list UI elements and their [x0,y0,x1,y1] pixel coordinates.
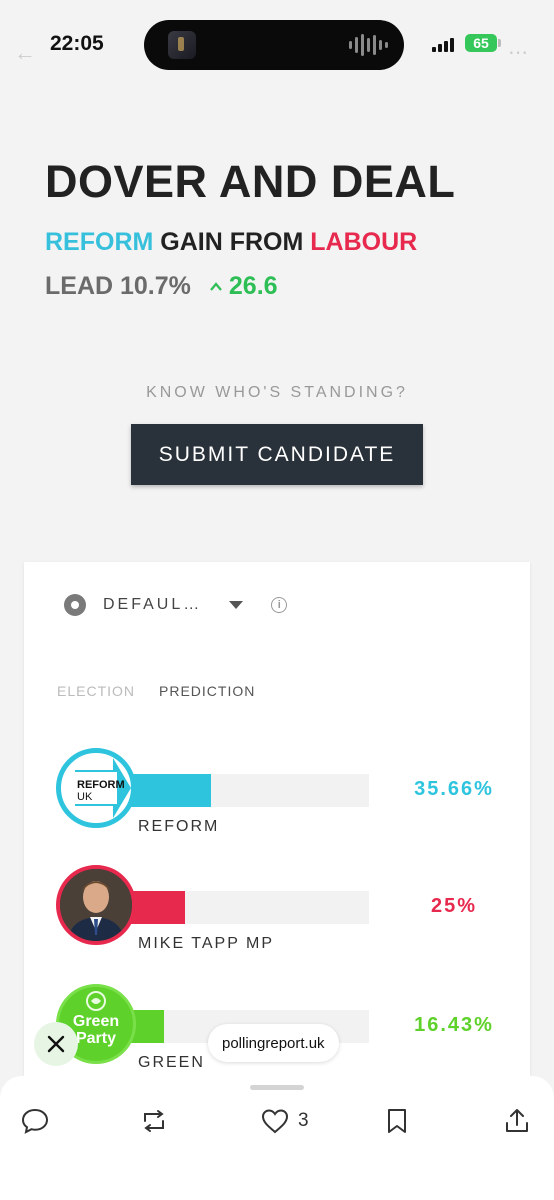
reform-logo-subtext: UK [77,791,93,803]
lead-change: 26.6 [209,272,278,301]
status-bar: ← 22:05 65 ⋯ [0,0,554,90]
share-icon [506,1109,528,1132]
reform-logo: REFORM UK [56,748,136,828]
selector-label: DEFAUL… [103,596,203,613]
bookmark-button[interactable] [382,1106,412,1136]
bookmark-icon [388,1109,406,1133]
battery-tip [498,39,501,47]
candidate-photo [56,865,136,945]
losing-party: LABOUR [310,228,418,256]
gain-text: GAIN FROM [160,228,304,256]
sheet-handle[interactable] [250,1085,304,1090]
battery-level: 65 [473,35,489,51]
lead-line: LEAD 10.7% 26.6 [45,272,278,301]
battery-icon: 65 [465,34,497,52]
model-selector[interactable]: DEFAUL… i [64,594,288,616]
candidate-photo-image [60,869,132,941]
candidate-percent: 16.43% [414,1014,494,1036]
tab-election[interactable]: ELECTION [57,683,135,699]
info-icon[interactable]: i [271,597,288,613]
candidate-name: REFORM [138,818,220,835]
candidate-percent: 35.66% [414,778,494,800]
result-line: REFORM GAIN FROM LABOUR [45,228,417,257]
back-arrow-icon[interactable]: ← [14,40,36,66]
link-preview-pill[interactable]: pollingreport.uk [208,1024,339,1062]
post-actions: 3 [0,1106,554,1146]
audio-waveform-icon [349,33,388,57]
candidate-name: MIKE TAPP MP [138,935,275,952]
candidate-name: GREEN [138,1054,205,1071]
constituency-title: DOVER AND DEAL [45,156,456,207]
heart-icon [261,1109,289,1134]
candidate-row-reform[interactable]: REFORM UK REFORM 35.66% [24,746,530,836]
action-sheet: 3 [0,1076,554,1200]
signal-icon [432,36,454,52]
result-tabs: ELECTION PREDICTION [57,683,255,699]
candidate-percent: 25% [430,895,478,917]
lead-change-value: 26.6 [228,272,278,300]
more-icon[interactable]: ⋯ [508,40,528,65]
clock: 22:05 [50,32,104,55]
winning-party: REFORM [45,228,154,256]
close-button[interactable] [34,1022,78,1066]
now-playing-artwork [168,31,196,59]
reply-icon [21,1108,49,1134]
lead-label: LEAD 10.7% [45,272,191,300]
reply-button[interactable] [20,1106,50,1136]
know-prompt: KNOW WHO'S STANDING? [146,384,408,401]
like-button[interactable]: 3 [260,1106,309,1136]
share-bar [124,774,212,807]
tab-prediction[interactable]: PREDICTION [159,683,255,699]
reform-logo-text: REFORM [77,779,125,791]
submit-candidate-button[interactable]: SUBMIT CANDIDATE [131,424,423,485]
chevron-up-icon [210,281,222,291]
dropdown-caret-icon[interactable] [229,601,244,609]
candidate-row-labour[interactable]: MIKE TAPP MP 25% [24,863,530,953]
like-count: 3 [298,1110,309,1131]
dynamic-island[interactable] [144,20,404,70]
repost-icon [144,1110,164,1132]
disc-icon [64,594,86,616]
results-card: DEFAUL… i ELECTION PREDICTION REFORM UK … [24,562,530,1082]
share-button[interactable] [502,1106,532,1136]
repost-button[interactable] [139,1106,169,1136]
close-icon [47,1035,65,1053]
